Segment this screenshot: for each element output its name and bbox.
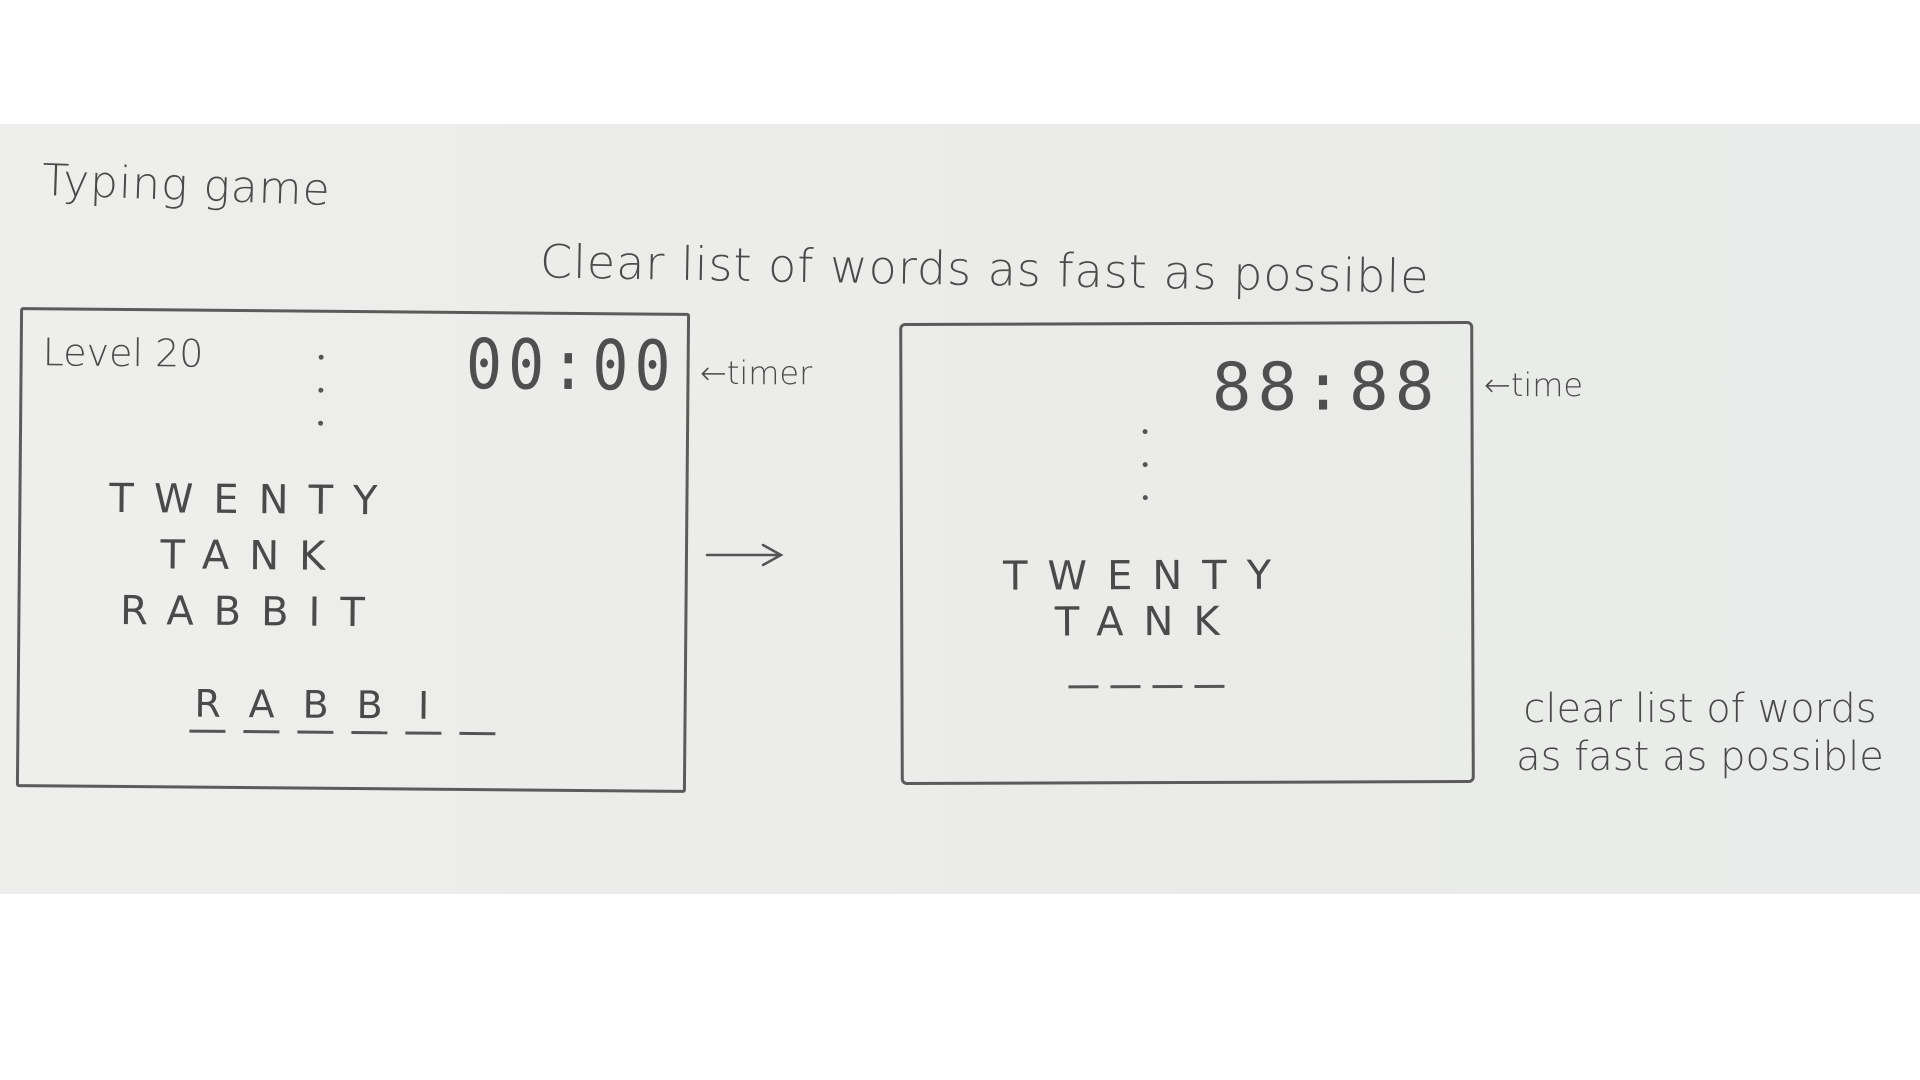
game-screen-sketch-next: 88:88 TWENTY TANK bbox=[899, 320, 1475, 786]
word-list: TWENTY TANK bbox=[863, 552, 1431, 646]
side-note-line: as fast as possible bbox=[1516, 734, 1884, 780]
word-item: TWENTY bbox=[109, 475, 398, 525]
timer-display: 88:88 bbox=[1211, 348, 1441, 426]
letter-slot: B bbox=[351, 682, 388, 735]
page-title: Typing game bbox=[41, 154, 332, 217]
letter-slot: B bbox=[297, 682, 334, 734]
side-note-line: clear list of words bbox=[1523, 686, 1877, 732]
word-item: RABBIT bbox=[119, 587, 385, 637]
letter-slot bbox=[1068, 655, 1099, 689]
side-note: clear list of words as fast as possible bbox=[1500, 685, 1900, 781]
word-list: TWENTY TANK RABBIT bbox=[0, 469, 586, 643]
letter-slot bbox=[1152, 655, 1183, 689]
letter-slot: A bbox=[243, 682, 280, 734]
typing-input[interactable] bbox=[1068, 654, 1225, 689]
letter-slot: I bbox=[405, 683, 442, 735]
letter-slot bbox=[1110, 655, 1141, 689]
ellipsis-dots bbox=[318, 354, 329, 454]
letter-slot bbox=[1194, 654, 1225, 688]
arrow-right-icon bbox=[705, 543, 784, 567]
timer-display: 00:00 bbox=[465, 324, 677, 408]
letter-slot bbox=[459, 683, 496, 736]
typing-input[interactable]: R A B B I bbox=[189, 681, 496, 736]
timer-annotation: ←timer bbox=[700, 354, 813, 392]
letter-slot: R bbox=[189, 681, 226, 733]
ellipsis-dots bbox=[1142, 429, 1153, 528]
word-item: TANK bbox=[160, 532, 346, 580]
level-label: Level 20 bbox=[42, 330, 204, 376]
word-item: TANK bbox=[1054, 598, 1240, 646]
game-screen-sketch: Level 20 00:00 TWENTY TANK RABBIT R A B … bbox=[15, 307, 691, 793]
time-annotation: ←time bbox=[1484, 366, 1584, 404]
word-item: TWENTY bbox=[1002, 552, 1292, 600]
